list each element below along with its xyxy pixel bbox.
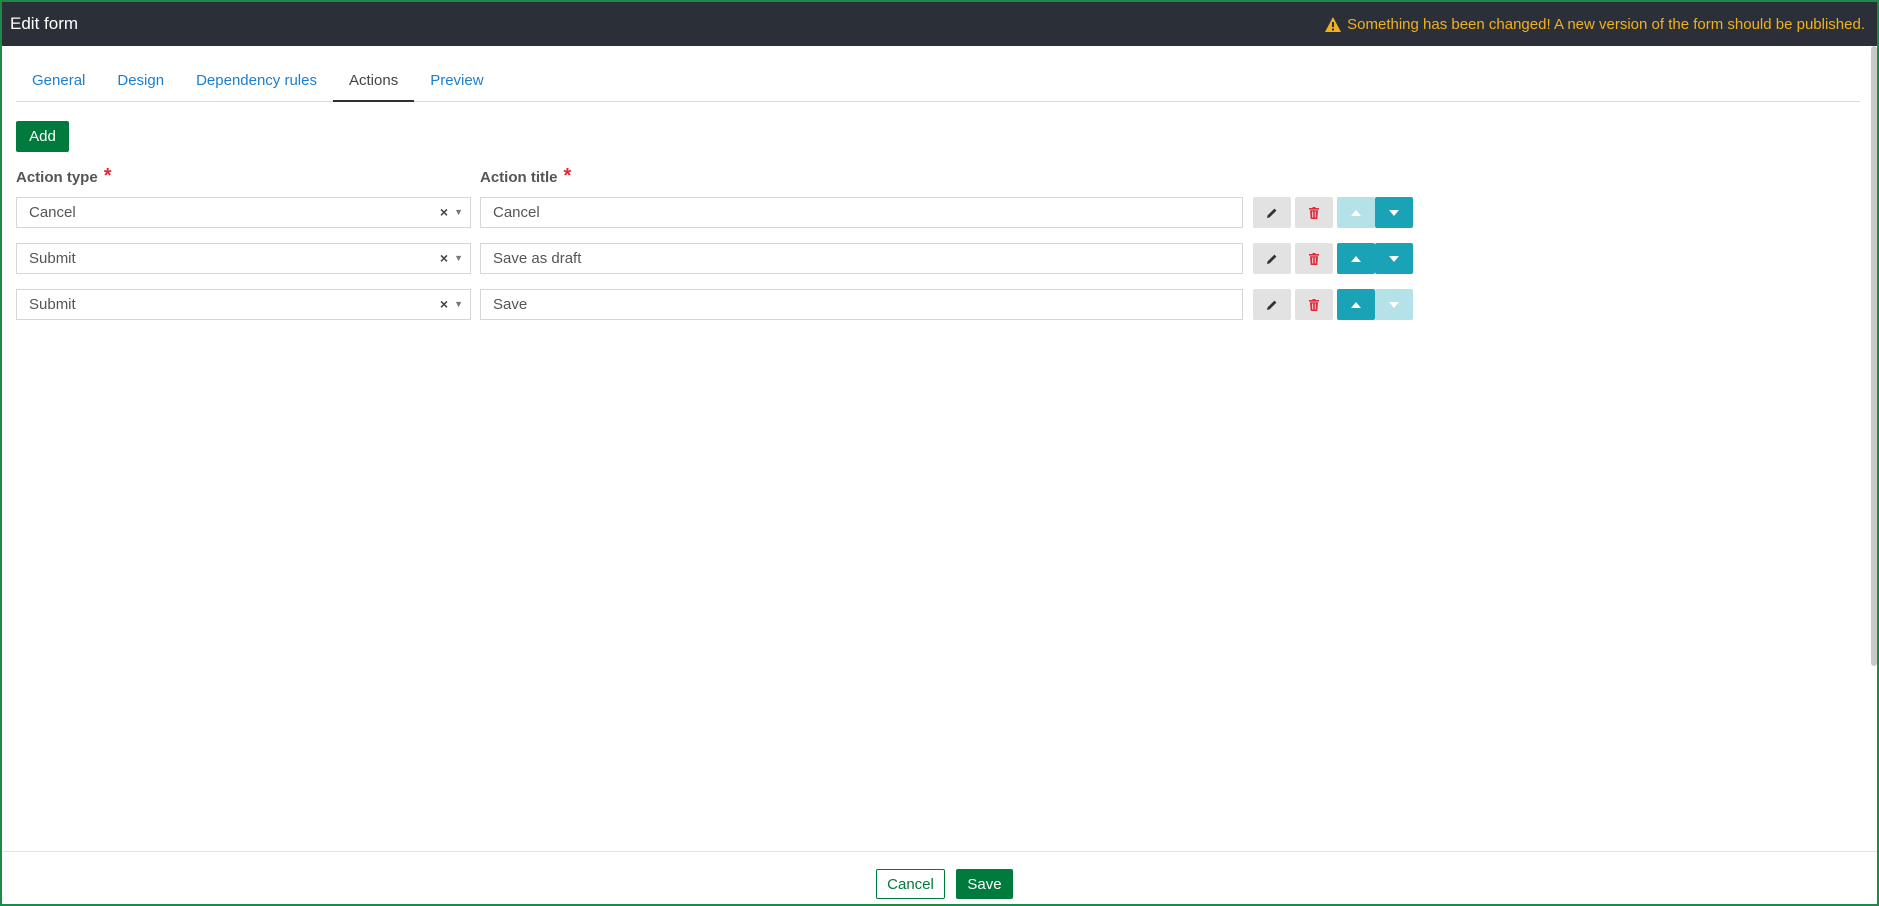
action-row: Submit × ▼ <box>16 243 1416 274</box>
page-title: Edit form <box>10 14 79 33</box>
action-type-select[interactable]: Submit × ▼ <box>16 289 471 320</box>
move-down-button[interactable] <box>1375 289 1413 320</box>
tab-preview[interactable]: Preview <box>414 64 499 102</box>
pencil-icon <box>1267 254 1277 264</box>
warning-text: Something has been changed! A new versio… <box>1347 15 1865 33</box>
delete-action-button[interactable] <box>1295 289 1333 320</box>
action-type-value: Cancel <box>29 204 76 221</box>
move-down-button[interactable] <box>1375 197 1413 228</box>
caret-up-icon <box>1351 301 1361 308</box>
delete-action-button[interactable] <box>1295 197 1333 228</box>
footer-bar: Cancel Save <box>2 851 1877 904</box>
clear-icon[interactable]: × <box>440 198 448 227</box>
trash-icon <box>1309 252 1319 265</box>
warning-icon <box>1325 16 1342 32</box>
edit-action-button[interactable] <box>1253 197 1291 228</box>
chevron-down-icon[interactable]: ▼ <box>454 244 463 273</box>
action-type-value: Submit <box>29 296 76 313</box>
action-type-select[interactable]: Submit × ▼ <box>16 243 471 274</box>
action-row: Cancel × ▼ <box>16 197 1416 228</box>
trash-icon <box>1309 206 1319 219</box>
vertical-scrollbar[interactable] <box>1871 46 1877 666</box>
delete-action-button[interactable] <box>1295 243 1333 274</box>
caret-down-icon <box>1389 255 1399 262</box>
caret-up-icon <box>1351 209 1361 216</box>
pencil-icon <box>1267 300 1277 310</box>
action-type-label-text: Action type <box>16 169 98 186</box>
move-up-button[interactable] <box>1337 289 1375 320</box>
add-action-button[interactable]: Add <box>16 121 69 152</box>
edit-form-window: Edit form Something has been changed! A … <box>0 0 1879 906</box>
chevron-down-icon[interactable]: ▼ <box>454 290 463 319</box>
chevron-down-icon[interactable]: ▼ <box>454 198 463 227</box>
tab-bar: General Design Dependency rules Actions … <box>16 64 1860 102</box>
action-type-select[interactable]: Cancel × ▼ <box>16 197 471 228</box>
action-title-input[interactable] <box>480 289 1243 320</box>
move-up-button[interactable] <box>1337 243 1375 274</box>
action-row: Submit × ▼ <box>16 289 1416 320</box>
action-title-input[interactable] <box>480 243 1243 274</box>
action-title-label-text: Action title <box>480 169 558 186</box>
tab-general[interactable]: General <box>16 64 101 102</box>
action-title-label: Action title * <box>480 165 572 187</box>
caret-up-icon <box>1351 255 1361 262</box>
action-type-label: Action type * <box>16 165 112 187</box>
clear-icon[interactable]: × <box>440 244 448 273</box>
edit-action-button[interactable] <box>1253 289 1291 320</box>
header-bar: Edit form Something has been changed! A … <box>2 2 1877 46</box>
tab-dependency-rules[interactable]: Dependency rules <box>180 64 333 102</box>
caret-down-icon <box>1389 209 1399 216</box>
cancel-button[interactable]: Cancel <box>876 869 945 899</box>
move-down-button[interactable] <box>1375 243 1413 274</box>
tab-design[interactable]: Design <box>101 64 180 102</box>
trash-icon <box>1309 298 1319 311</box>
action-title-input[interactable] <box>480 197 1243 228</box>
tab-actions[interactable]: Actions <box>333 64 415 102</box>
required-marker: * <box>563 165 572 187</box>
caret-down-icon <box>1389 301 1399 308</box>
required-marker: * <box>103 165 112 187</box>
unpublished-warning: Something has been changed! A new versio… <box>1325 16 1865 33</box>
pencil-icon <box>1267 208 1277 218</box>
action-type-value: Submit <box>29 250 76 267</box>
edit-action-button[interactable] <box>1253 243 1291 274</box>
clear-icon[interactable]: × <box>440 290 448 319</box>
move-up-button[interactable] <box>1337 197 1375 228</box>
save-button[interactable]: Save <box>956 869 1013 899</box>
